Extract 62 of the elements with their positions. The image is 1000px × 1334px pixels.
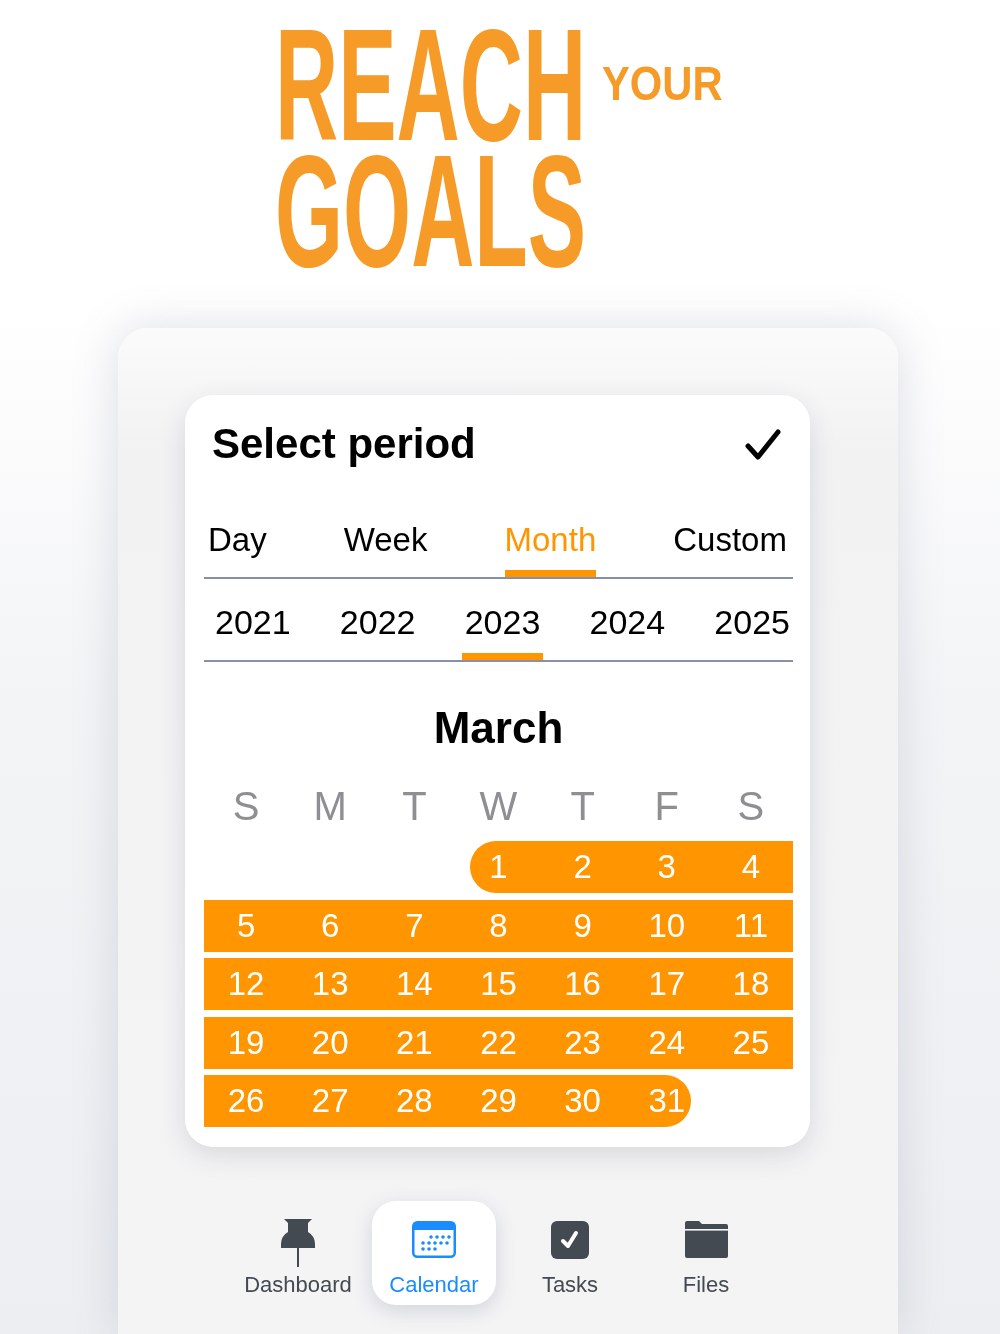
calendar-day[interactable]: 7 <box>372 899 457 952</box>
calendar-day[interactable]: 11 <box>708 899 793 952</box>
calendar-day[interactable]: 29 <box>456 1075 541 1127</box>
calendar-day[interactable]: 30 <box>540 1075 625 1127</box>
check-icon <box>745 428 781 460</box>
weekday-label: T <box>570 783 595 830</box>
year-tab[interactable]: 2023 <box>461 602 544 660</box>
calendar-day[interactable]: 26 <box>204 1075 289 1127</box>
calendar-day[interactable]: 16 <box>540 958 625 1010</box>
calendar-day[interactable]: 28 <box>372 1075 457 1127</box>
calendar-icon <box>412 1221 456 1258</box>
calendar-day[interactable]: 23 <box>540 1016 625 1069</box>
calendar-day[interactable]: 1 <box>470 841 541 893</box>
calendar-day[interactable]: 22 <box>456 1016 541 1069</box>
calendar-day[interactable]: 8 <box>456 899 541 952</box>
calendar-day[interactable]: 13 <box>288 958 373 1010</box>
calendar-day[interactable]: 27 <box>288 1075 373 1127</box>
calendar-day[interactable]: 25 <box>708 1016 793 1069</box>
nav-tab[interactable]: Tasks <box>508 1201 632 1305</box>
calendar-day[interactable]: 21 <box>372 1016 457 1069</box>
calendar-day[interactable]: 3 <box>624 841 709 893</box>
folder-icon <box>684 1221 728 1258</box>
confirm-button[interactable] <box>745 428 781 460</box>
period-tab[interactable]: Month <box>504 520 597 577</box>
calendar-day[interactable]: 2 <box>540 841 625 893</box>
month-title: March <box>433 702 564 754</box>
dialog-title: Select period <box>212 419 476 469</box>
weekday-label: F <box>654 783 679 830</box>
checkbox-icon <box>551 1221 589 1259</box>
calendar-day[interactable]: 9 <box>540 899 625 952</box>
weekday-label: M <box>313 783 347 830</box>
headline-text: YOUR <box>602 60 723 108</box>
year-tab[interactable]: 2025 <box>711 602 793 660</box>
period-tab[interactable]: Day <box>208 520 267 577</box>
calendar-day[interactable]: 10 <box>624 899 709 952</box>
period-tab[interactable]: Custom <box>673 520 787 577</box>
calendar-day[interactable]: 6 <box>288 899 373 952</box>
calendar-day[interactable]: 15 <box>456 958 541 1010</box>
calendar-day[interactable]: 4 <box>708 841 793 893</box>
calendar-day[interactable]: 18 <box>708 958 793 1010</box>
calendar-day[interactable]: 20 <box>288 1016 373 1069</box>
weekday-label: S <box>232 783 260 830</box>
calendar-day[interactable]: 5 <box>204 899 289 952</box>
calendar-day[interactable]: 12 <box>204 958 289 1010</box>
weekday-label: S <box>737 783 765 830</box>
calendar-day[interactable]: 14 <box>372 958 457 1010</box>
nav-tab[interactable]: Files <box>644 1201 768 1305</box>
pushpin-icon <box>280 1219 316 1267</box>
nav-tab[interactable]: Calendar <box>372 1201 496 1305</box>
year-tab[interactable]: 2021 <box>212 602 294 660</box>
period-tab[interactable]: Week <box>343 520 428 577</box>
year-tab[interactable]: 2024 <box>586 602 669 660</box>
calendar-day[interactable]: 17 <box>624 958 709 1010</box>
calendar-day[interactable]: 19 <box>204 1016 289 1069</box>
headline-text: GOALS <box>275 148 587 274</box>
year-tab[interactable]: 2022 <box>336 602 419 660</box>
weekday-label: W <box>479 783 518 830</box>
calendar-day[interactable]: 24 <box>624 1016 709 1069</box>
headline-text: REACH <box>275 22 587 148</box>
nav-tab[interactable]: Dashboard <box>236 1201 360 1305</box>
weekday-label: T <box>402 783 427 830</box>
calendar-day[interactable]: 31 <box>624 1075 691 1127</box>
